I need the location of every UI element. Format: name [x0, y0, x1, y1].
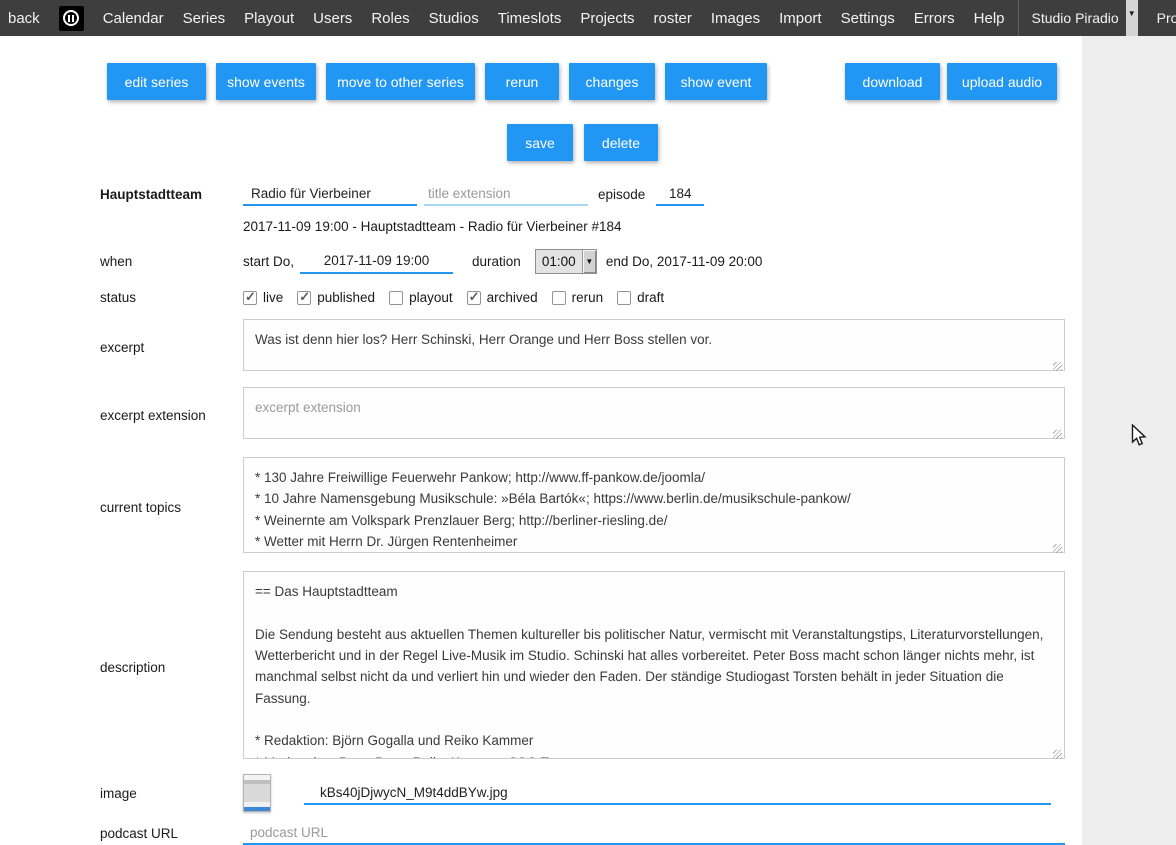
nav-roster[interactable]: roster: [654, 10, 692, 27]
page: back Calendar Series Playout Users Roles…: [0, 0, 1176, 845]
checkbox-archived[interactable]: [467, 291, 481, 305]
end-datetime-text: end Do, 2017-11-09 20:00: [606, 254, 763, 269]
episode-label: episode: [598, 187, 645, 202]
status-option-playout: playout: [389, 290, 453, 305]
nav-settings[interactable]: Settings: [841, 10, 895, 27]
chevron-down-icon[interactable]: ▼: [582, 250, 596, 273]
excerpt-label: excerpt: [100, 340, 243, 355]
podcast-url-input[interactable]: [243, 821, 1065, 845]
title-extension-input[interactable]: [424, 182, 588, 206]
checkbox-archived-label: archived: [487, 290, 538, 305]
title-input[interactable]: [243, 182, 417, 206]
mouse-cursor-icon: [1131, 424, 1147, 448]
pause-circle-icon: [63, 10, 79, 26]
checkbox-live-label: live: [263, 290, 283, 305]
status-option-rerun: rerun: [552, 290, 604, 305]
delete-button[interactable]: delete: [584, 124, 658, 161]
nav-users[interactable]: Users: [313, 10, 352, 27]
description-textarea[interactable]: == Das Hauptstadtteam Die Sendung besteh…: [243, 571, 1065, 759]
computed-title: 2017-11-09 19:00 - Hauptstadtteam - Radi…: [243, 219, 622, 234]
nav-calendar[interactable]: Calendar: [103, 10, 164, 27]
checkbox-published-label: published: [317, 290, 375, 305]
episode-input[interactable]: [656, 182, 704, 206]
excerpt-extension-label: excerpt extension: [100, 408, 243, 423]
excerpt-textarea[interactable]: Was ist denn hier los? Herr Schinski, He…: [243, 319, 1065, 371]
upload-audio-button[interactable]: upload audio: [947, 63, 1057, 100]
project-dropdown[interactable]: Project 88vier ▼: [1157, 0, 1176, 36]
nav-separator: [1018, 0, 1019, 36]
project-dropdown-value: Project 88vier: [1157, 10, 1176, 26]
nav-errors[interactable]: Errors: [914, 10, 955, 27]
toolbar: edit series show events move to other se…: [107, 36, 1057, 100]
chevron-down-icon[interactable]: ▼: [1126, 0, 1138, 36]
excerpt-row: excerpt Was ist denn hier los? Herr Schi…: [100, 319, 1082, 376]
nav-studios[interactable]: Studios: [429, 10, 479, 27]
checkbox-playout[interactable]: [389, 291, 403, 305]
save-delete-row: save delete: [507, 124, 1082, 161]
duration-value: 01:00: [536, 250, 582, 273]
checkbox-draft[interactable]: [617, 291, 631, 305]
nav-playout[interactable]: Playout: [244, 10, 294, 27]
studio-dropdown[interactable]: Studio Piradio ▼: [1032, 0, 1138, 36]
nav-images[interactable]: Images: [711, 10, 760, 27]
title-row: Hauptstadtteam episode: [100, 182, 1082, 206]
rerun-button[interactable]: rerun: [485, 63, 559, 100]
current-topics-row: current topics * 130 Jahre Freiwillige F…: [100, 457, 1082, 558]
edit-series-button[interactable]: edit series: [107, 63, 206, 100]
when-row: when start Do, duration 01:00 ▼ end Do, …: [100, 249, 1082, 274]
top-nav: back Calendar Series Playout Users Roles…: [0, 0, 1176, 36]
toolbar-right-group: download upload audio: [845, 63, 1057, 100]
series-name-label: Hauptstadtteam: [100, 187, 243, 202]
excerpt-extension-row: excerpt extension: [100, 387, 1082, 444]
changes-button[interactable]: changes: [569, 63, 655, 100]
show-events-button[interactable]: show events: [216, 63, 316, 100]
nav-series[interactable]: Series: [183, 10, 226, 27]
status-option-published: published: [297, 290, 375, 305]
nav-help[interactable]: Help: [974, 10, 1005, 27]
status-label: status: [100, 290, 243, 305]
image-filename-input[interactable]: [304, 781, 1051, 805]
nav-back[interactable]: back: [8, 10, 40, 27]
checkbox-rerun[interactable]: [552, 291, 566, 305]
nav-timeslots[interactable]: Timeslots: [498, 10, 562, 27]
start-datetime-input[interactable]: [300, 250, 453, 274]
checkbox-live[interactable]: [243, 291, 257, 305]
nav-import[interactable]: Import: [779, 10, 822, 27]
excerpt-extension-textarea[interactable]: [243, 387, 1065, 439]
current-topics-label: current topics: [100, 500, 243, 515]
description-label: description: [100, 660, 243, 675]
when-label: when: [100, 254, 243, 269]
nav-projects[interactable]: Projects: [580, 10, 634, 27]
studio-dropdown-value: Studio Piradio: [1032, 10, 1119, 26]
description-row: description == Das Hauptstadtteam Die Se…: [100, 571, 1082, 764]
checkbox-playout-label: playout: [409, 290, 453, 305]
podcast-url-label: podcast URL: [100, 826, 243, 841]
nav-right-group: Studio Piradio ▼ Project 88vier ▼ Logout…: [1024, 0, 1176, 36]
download-button[interactable]: download: [845, 63, 940, 100]
show-event-button[interactable]: show event: [665, 63, 767, 100]
piradio-logo-icon[interactable]: [59, 6, 84, 31]
checkbox-draft-label: draft: [637, 290, 664, 305]
main-content: edit series show events move to other se…: [0, 36, 1082, 845]
start-label: start Do,: [243, 254, 294, 269]
status-row: status live published playout archived: [100, 290, 1082, 305]
status-option-draft: draft: [617, 290, 664, 305]
checkbox-published[interactable]: [297, 291, 311, 305]
duration-label: duration: [472, 254, 521, 269]
computed-title-row: 2017-11-09 19:00 - Hauptstadtteam - Radi…: [100, 219, 1082, 234]
save-button[interactable]: save: [507, 124, 573, 161]
checkbox-rerun-label: rerun: [572, 290, 604, 305]
image-thumbnail[interactable]: [243, 774, 271, 812]
status-option-archived: archived: [467, 290, 538, 305]
image-label: image: [100, 786, 243, 801]
status-option-live: live: [243, 290, 283, 305]
move-to-other-series-button[interactable]: move to other series: [326, 63, 475, 100]
image-row: image: [100, 774, 1082, 812]
nav-roles[interactable]: Roles: [371, 10, 409, 27]
duration-select[interactable]: 01:00 ▼: [535, 249, 597, 274]
podcast-url-row: podcast URL: [100, 821, 1082, 845]
status-options: live published playout archived rerun: [243, 290, 664, 305]
current-topics-textarea[interactable]: * 130 Jahre Freiwillige Feuerwehr Pankow…: [243, 457, 1065, 553]
